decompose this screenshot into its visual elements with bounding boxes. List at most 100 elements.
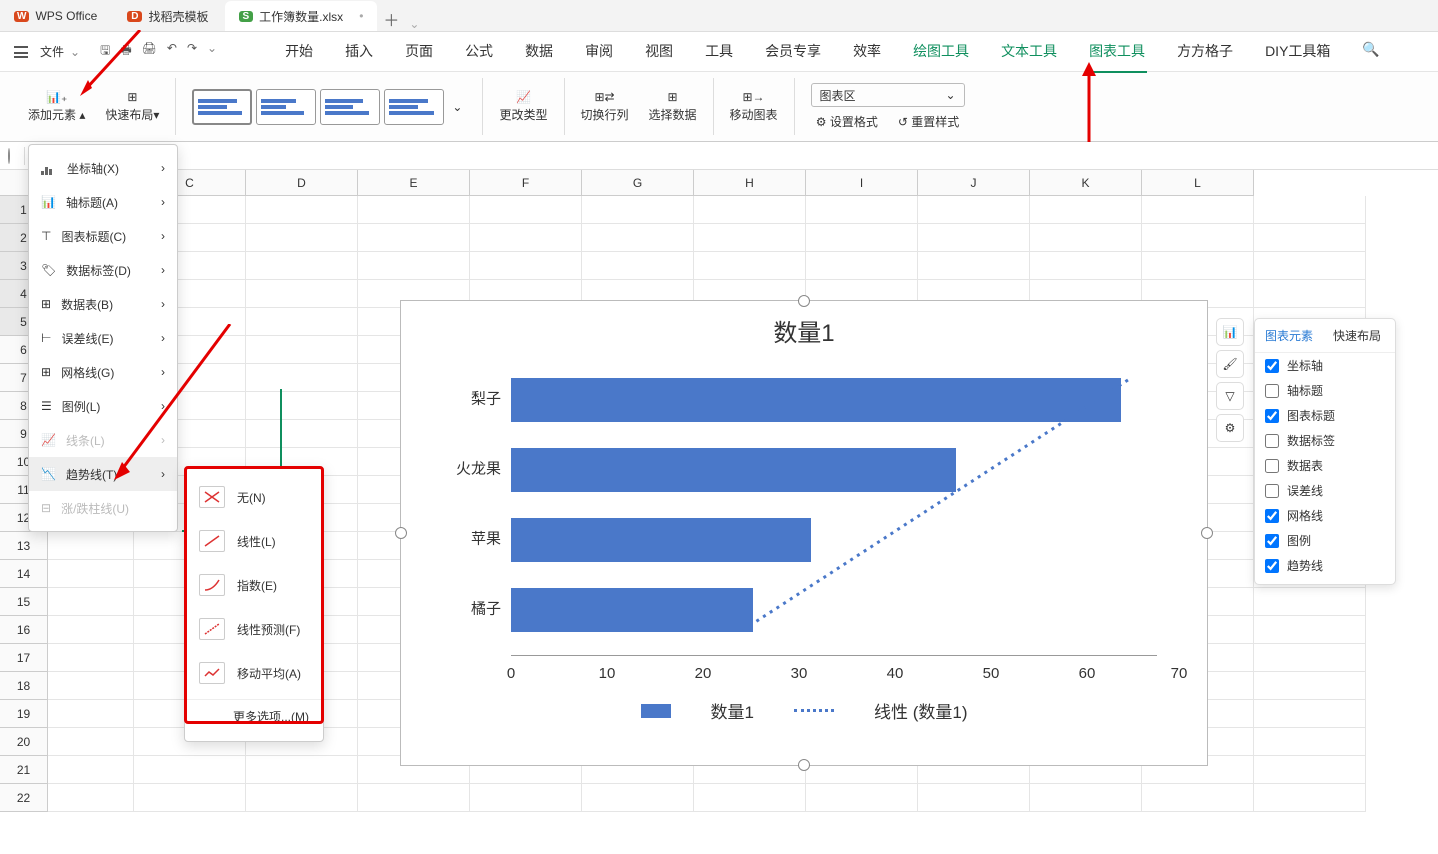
dd-chart-title[interactable]: ⊤图表标题(C)› xyxy=(29,219,177,253)
cell[interactable] xyxy=(48,588,134,616)
tab-text-tools[interactable]: 文本工具 xyxy=(999,31,1059,73)
cell[interactable] xyxy=(358,196,470,224)
ribbon-search-icon[interactable]: 🔍 xyxy=(1360,31,1381,73)
chart-handle-right[interactable] xyxy=(1201,527,1213,539)
cell[interactable] xyxy=(358,784,470,812)
ep-item[interactable]: 图表标题 xyxy=(1255,403,1395,428)
cell[interactable] xyxy=(470,784,582,812)
switch-row-col-button[interactable]: ⊞⇄切换行列 xyxy=(571,72,639,141)
cell[interactable] xyxy=(48,616,134,644)
trendline[interactable] xyxy=(511,360,1161,650)
col-header[interactable]: K xyxy=(1030,170,1142,196)
sm-forecast[interactable]: 线性预测(F) xyxy=(185,607,323,651)
cell[interactable] xyxy=(806,252,918,280)
cell[interactable] xyxy=(1254,672,1366,700)
cell[interactable] xyxy=(48,728,134,756)
chart-filter-icon[interactable]: ▽ xyxy=(1216,382,1244,410)
chart-plot-area[interactable]: 梨子 火龙果 苹果 橘子 0 10 20 30 40 50 60 70 xyxy=(431,360,1177,690)
cell[interactable] xyxy=(582,224,694,252)
sm-linear[interactable]: 线性(L) xyxy=(185,519,323,563)
sm-movavg[interactable]: 移动平均(A) xyxy=(185,651,323,695)
cell[interactable] xyxy=(1254,784,1366,812)
col-header[interactable]: I xyxy=(806,170,918,196)
cell[interactable] xyxy=(694,196,806,224)
cell[interactable] xyxy=(246,784,358,812)
cell[interactable] xyxy=(1030,784,1142,812)
ep-item[interactable]: 网格线 xyxy=(1255,503,1395,528)
ep-checkbox[interactable] xyxy=(1265,359,1279,373)
ep-checkbox[interactable] xyxy=(1265,484,1279,498)
chart-object[interactable]: 数量1 梨子 火龙果 苹果 橘子 0 10 20 30 40 50 60 70 … xyxy=(400,300,1208,766)
col-header[interactable]: F xyxy=(470,170,582,196)
dd-gridlines[interactable]: ⊞网格线(G)› xyxy=(29,355,177,389)
tab-chart-tools[interactable]: 图表工具 xyxy=(1087,31,1147,73)
hamburger-icon[interactable] xyxy=(14,46,28,58)
tab-formula[interactable]: 公式 xyxy=(463,31,495,73)
chart-style-4[interactable] xyxy=(384,89,444,125)
cell[interactable] xyxy=(582,196,694,224)
cell[interactable] xyxy=(806,196,918,224)
ep-checkbox[interactable] xyxy=(1265,384,1279,398)
cell[interactable] xyxy=(918,784,1030,812)
col-header[interactable]: D xyxy=(246,170,358,196)
chart-elements-icon[interactable]: 📊 xyxy=(1216,318,1244,346)
chart-style-3[interactable] xyxy=(320,89,380,125)
chart-style-more[interactable]: ⌄ xyxy=(448,100,466,114)
cell[interactable] xyxy=(1030,224,1142,252)
ep-checkbox[interactable] xyxy=(1265,459,1279,473)
cell[interactable] xyxy=(246,280,358,308)
cell[interactable] xyxy=(918,224,1030,252)
cell[interactable] xyxy=(48,756,134,784)
row-header[interactable]: 21 xyxy=(0,756,48,784)
cell[interactable] xyxy=(1254,728,1366,756)
ep-tab-layout[interactable]: 快速布局 xyxy=(1323,319,1391,352)
ep-checkbox[interactable] xyxy=(1265,434,1279,448)
ep-checkbox[interactable] xyxy=(1265,559,1279,573)
row-header[interactable]: 20 xyxy=(0,728,48,756)
cell[interactable] xyxy=(246,756,358,784)
ep-checkbox[interactable] xyxy=(1265,409,1279,423)
cell[interactable] xyxy=(358,252,470,280)
cell[interactable] xyxy=(246,224,358,252)
cell[interactable] xyxy=(48,784,134,812)
col-header[interactable]: H xyxy=(694,170,806,196)
cell[interactable] xyxy=(246,336,358,364)
cell[interactable] xyxy=(246,392,358,420)
cell[interactable] xyxy=(918,196,1030,224)
cell[interactable] xyxy=(694,784,806,812)
ep-item[interactable]: 数据表 xyxy=(1255,453,1395,478)
sm-none[interactable]: 无(N) xyxy=(185,475,323,519)
chart-settings-icon[interactable]: ⚙ xyxy=(1216,414,1244,442)
save-icon[interactable]: 🖫 xyxy=(100,41,110,62)
sm-exp[interactable]: 指数(E) xyxy=(185,563,323,607)
dd-data-table[interactable]: ⊞数据表(B)› xyxy=(29,287,177,321)
cell[interactable] xyxy=(1254,616,1366,644)
undo-icon[interactable]: ↶ xyxy=(167,41,177,62)
cell[interactable] xyxy=(470,224,582,252)
col-header[interactable]: G xyxy=(582,170,694,196)
col-header[interactable]: L xyxy=(1142,170,1254,196)
cell[interactable] xyxy=(48,700,134,728)
quick-layout-group[interactable]: ⊞ 快速布局▾ xyxy=(95,72,169,141)
tab-fanggrid[interactable]: 方方格子 xyxy=(1175,31,1235,73)
ep-item[interactable]: 趋势线 xyxy=(1255,553,1395,578)
tab-view[interactable]: 视图 xyxy=(643,31,675,73)
cell[interactable] xyxy=(1254,644,1366,672)
tab-data[interactable]: 数据 xyxy=(523,31,555,73)
cell[interactable] xyxy=(694,224,806,252)
cell[interactable] xyxy=(1142,196,1254,224)
change-type-button[interactable]: 📈更改类型 xyxy=(489,72,557,141)
cell[interactable] xyxy=(1030,196,1142,224)
cell[interactable] xyxy=(1142,252,1254,280)
tab-diy[interactable]: DIY工具箱 xyxy=(1263,31,1332,73)
cell[interactable] xyxy=(246,196,358,224)
cell[interactable] xyxy=(246,420,358,448)
tab-page[interactable]: 页面 xyxy=(403,31,435,73)
cell[interactable] xyxy=(48,560,134,588)
cell[interactable] xyxy=(1254,700,1366,728)
cell[interactable] xyxy=(358,224,470,252)
select-data-button[interactable]: ⊞选择数据 xyxy=(639,72,707,141)
dd-trendline[interactable]: 📉趋势线(T)› xyxy=(29,457,177,491)
cell[interactable] xyxy=(246,364,358,392)
cell[interactable] xyxy=(48,644,134,672)
